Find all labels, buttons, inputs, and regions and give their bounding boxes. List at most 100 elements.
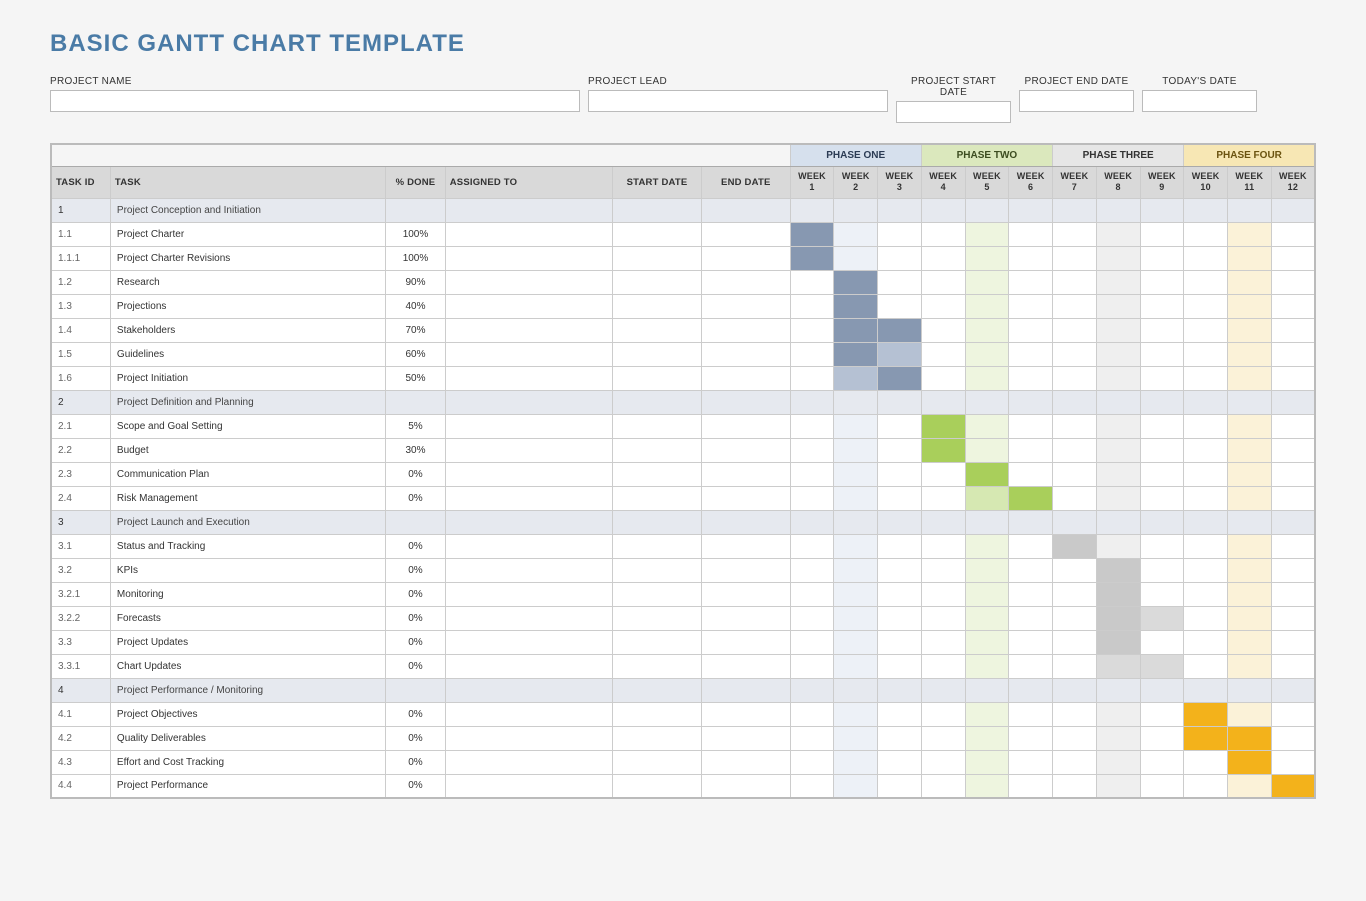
- gantt-cell[interactable]: [1096, 750, 1140, 774]
- gantt-cell[interactable]: [965, 510, 1009, 534]
- assigned-cell[interactable]: [445, 654, 612, 678]
- gantt-cell[interactable]: [790, 582, 834, 606]
- gantt-cell[interactable]: [1009, 606, 1053, 630]
- pct-done-cell[interactable]: 90%: [386, 270, 445, 294]
- gantt-cell[interactable]: [1271, 222, 1315, 246]
- project-name-input[interactable]: [50, 90, 580, 112]
- task-id-cell[interactable]: 2.2: [51, 438, 110, 462]
- gantt-cell[interactable]: [965, 534, 1009, 558]
- pct-done-cell[interactable]: 30%: [386, 438, 445, 462]
- gantt-cell[interactable]: [965, 558, 1009, 582]
- task-name-cell[interactable]: KPIs: [110, 558, 385, 582]
- gantt-cell[interactable]: [1271, 294, 1315, 318]
- gantt-cell[interactable]: [1140, 222, 1184, 246]
- pct-done-cell[interactable]: 100%: [386, 222, 445, 246]
- gantt-cell[interactable]: [1096, 414, 1140, 438]
- task-name-cell[interactable]: Project Charter Revisions: [110, 246, 385, 270]
- gantt-cell[interactable]: [1009, 222, 1053, 246]
- end-date-cell[interactable]: [701, 246, 790, 270]
- assigned-cell[interactable]: [445, 678, 612, 702]
- gantt-cell[interactable]: [1053, 390, 1097, 414]
- task-id-cell[interactable]: 1.6: [51, 366, 110, 390]
- start-date-cell[interactable]: [613, 558, 702, 582]
- task-id-cell[interactable]: 3.3.1: [51, 654, 110, 678]
- gantt-cell[interactable]: [1271, 774, 1315, 798]
- gantt-cell[interactable]: [790, 534, 834, 558]
- gantt-cell[interactable]: [965, 702, 1009, 726]
- gantt-cell[interactable]: [921, 390, 965, 414]
- gantt-cell[interactable]: [921, 582, 965, 606]
- gantt-cell[interactable]: [1140, 366, 1184, 390]
- gantt-cell[interactable]: [790, 318, 834, 342]
- start-date-cell[interactable]: [613, 486, 702, 510]
- task-name-cell[interactable]: Monitoring: [110, 582, 385, 606]
- gantt-cell[interactable]: [1053, 462, 1097, 486]
- assigned-cell[interactable]: [445, 774, 612, 798]
- assigned-cell[interactable]: [445, 606, 612, 630]
- gantt-cell[interactable]: [1140, 702, 1184, 726]
- task-name-cell[interactable]: Scope and Goal Setting: [110, 414, 385, 438]
- gantt-cell[interactable]: [1096, 390, 1140, 414]
- gantt-cell[interactable]: [878, 726, 922, 750]
- gantt-cell[interactable]: [1271, 414, 1315, 438]
- gantt-cell[interactable]: [834, 270, 878, 294]
- gantt-cell[interactable]: [790, 750, 834, 774]
- task-id-cell[interactable]: 1: [51, 198, 110, 222]
- gantt-cell[interactable]: [1140, 246, 1184, 270]
- gantt-cell[interactable]: [921, 414, 965, 438]
- gantt-cell[interactable]: [1227, 510, 1271, 534]
- gantt-cell[interactable]: [1184, 342, 1228, 366]
- gantt-cell[interactable]: [1096, 678, 1140, 702]
- gantt-cell[interactable]: [965, 630, 1009, 654]
- assigned-cell[interactable]: [445, 246, 612, 270]
- gantt-cell[interactable]: [1053, 366, 1097, 390]
- pct-done-cell[interactable]: 0%: [386, 462, 445, 486]
- gantt-cell[interactable]: [1227, 726, 1271, 750]
- gantt-cell[interactable]: [1053, 510, 1097, 534]
- pct-done-cell[interactable]: 60%: [386, 342, 445, 366]
- gantt-cell[interactable]: [965, 318, 1009, 342]
- gantt-cell[interactable]: [965, 246, 1009, 270]
- gantt-cell[interactable]: [834, 342, 878, 366]
- start-date-cell[interactable]: [613, 510, 702, 534]
- start-date-cell[interactable]: [613, 246, 702, 270]
- gantt-cell[interactable]: [1271, 750, 1315, 774]
- gantt-cell[interactable]: [1271, 630, 1315, 654]
- start-date-cell[interactable]: [613, 654, 702, 678]
- gantt-cell[interactable]: [878, 366, 922, 390]
- gantt-cell[interactable]: [921, 678, 965, 702]
- gantt-cell[interactable]: [921, 222, 965, 246]
- gantt-cell[interactable]: [1227, 366, 1271, 390]
- gantt-cell[interactable]: [1271, 510, 1315, 534]
- gantt-cell[interactable]: [790, 390, 834, 414]
- gantt-cell[interactable]: [1096, 438, 1140, 462]
- assigned-cell[interactable]: [445, 750, 612, 774]
- gantt-cell[interactable]: [1184, 750, 1228, 774]
- gantt-cell[interactable]: [834, 630, 878, 654]
- gantt-cell[interactable]: [834, 534, 878, 558]
- gantt-cell[interactable]: [1009, 486, 1053, 510]
- gantt-cell[interactable]: [790, 678, 834, 702]
- gantt-cell[interactable]: [921, 318, 965, 342]
- end-date-cell[interactable]: [701, 510, 790, 534]
- gantt-cell[interactable]: [1140, 198, 1184, 222]
- start-date-cell[interactable]: [613, 582, 702, 606]
- gantt-cell[interactable]: [1140, 510, 1184, 534]
- gantt-cell[interactable]: [1271, 534, 1315, 558]
- gantt-cell[interactable]: [965, 294, 1009, 318]
- gantt-cell[interactable]: [965, 486, 1009, 510]
- gantt-cell[interactable]: [834, 558, 878, 582]
- gantt-cell[interactable]: [1096, 222, 1140, 246]
- gantt-cell[interactable]: [790, 606, 834, 630]
- gantt-cell[interactable]: [878, 654, 922, 678]
- gantt-cell[interactable]: [1271, 342, 1315, 366]
- gantt-cell[interactable]: [1184, 630, 1228, 654]
- gantt-cell[interactable]: [921, 774, 965, 798]
- gantt-cell[interactable]: [834, 462, 878, 486]
- gantt-cell[interactable]: [1053, 486, 1097, 510]
- gantt-cell[interactable]: [878, 414, 922, 438]
- gantt-cell[interactable]: [1227, 462, 1271, 486]
- assigned-cell[interactable]: [445, 390, 612, 414]
- gantt-cell[interactable]: [1271, 246, 1315, 270]
- end-date-cell[interactable]: [701, 222, 790, 246]
